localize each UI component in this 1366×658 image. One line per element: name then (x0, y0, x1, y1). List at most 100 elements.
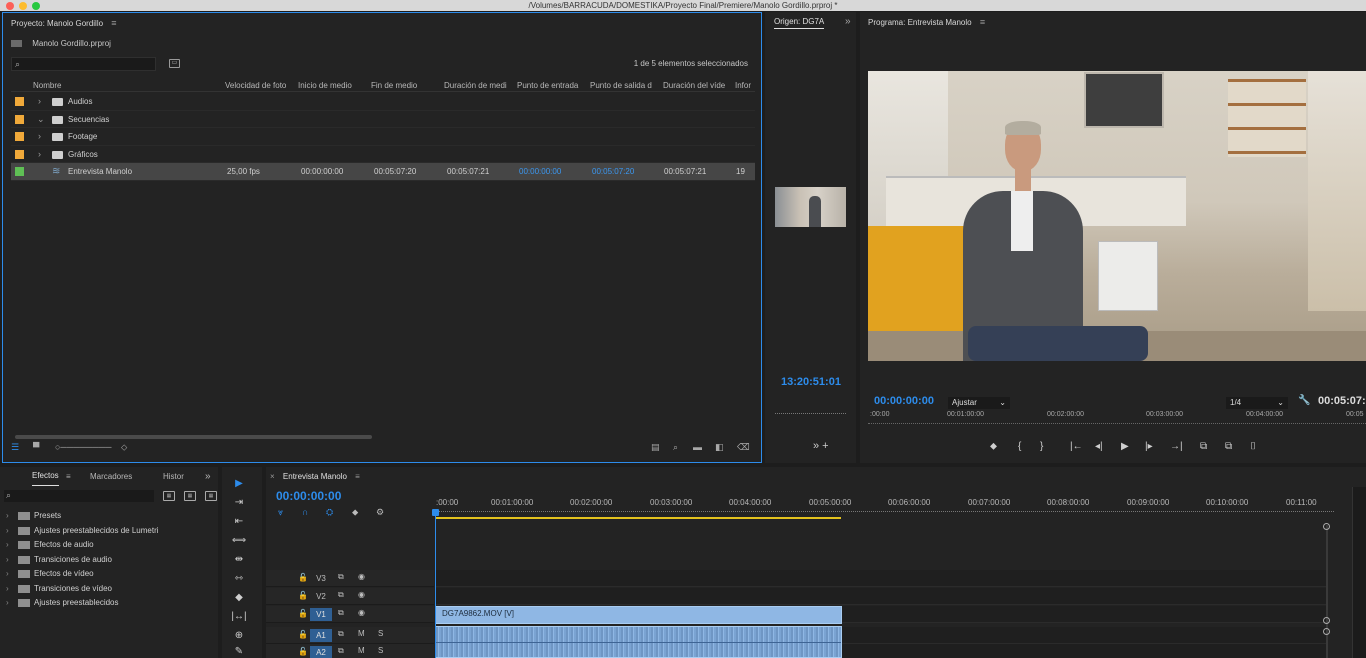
list-item[interactable]: ≋ Entrevista Manolo 25,00 fps 00:00:00:0… (11, 163, 755, 181)
chevron-right-icon[interactable]: › (6, 584, 9, 593)
tab-source[interactable]: Origen: DG7A (774, 17, 825, 29)
zoom-window-button[interactable] (32, 2, 40, 10)
track-select-tool-icon[interactable]: ⇥ (231, 496, 247, 510)
effects-search-input[interactable]: ⌕ (4, 490, 154, 502)
column-header-media-end[interactable]: Fin de medio (371, 81, 441, 90)
new-bin-icon[interactable]: ▬ (693, 442, 702, 452)
sync-lock-icon[interactable]: ⧉ (338, 590, 344, 600)
lock-icon[interactable]: 🔓 (298, 591, 308, 600)
track-target-toggle[interactable]: V1 (310, 608, 332, 621)
panel-menu-icon[interactable]: ≡ (66, 467, 71, 487)
pen-tool-group-icon[interactable]: ⊕ (231, 629, 247, 643)
sync-lock-icon[interactable]: ⧉ (338, 572, 344, 582)
automate-to-sequence-icon[interactable]: ▤ (651, 442, 660, 453)
program-timecode[interactable]: 00:00:00:00 (874, 395, 934, 407)
chevron-right-icon[interactable]: › (38, 131, 41, 141)
column-header-fps[interactable]: Velocidad de foto (225, 81, 295, 90)
list-item[interactable]: ⌄ Secuencias (11, 111, 755, 128)
snap-icon[interactable]: ∩ (302, 507, 308, 517)
lift-icon[interactable]: ⧉ (1200, 441, 1207, 452)
column-header-out-point[interactable]: Punto de salida d (590, 81, 660, 90)
program-time-ruler[interactable]: :00:00 00:01:00:00 00:02:00:00 00:03:00:… (868, 411, 1366, 431)
mark-in-icon[interactable]: { (1018, 441, 1021, 452)
trash-icon[interactable]: ⌫ (737, 442, 750, 453)
scroll-handle-icon[interactable] (1323, 628, 1330, 635)
ripple-edit-tool-icon[interactable]: ⇤ (231, 515, 247, 529)
find-icon[interactable]: ⌕ (673, 442, 678, 453)
rate-stretch-tool-icon[interactable]: ⇹ (231, 553, 247, 567)
lock-icon[interactable]: 🔓 (298, 630, 308, 639)
source-timecode[interactable]: 13:20:51:01 (781, 376, 841, 388)
panel-menu-icon[interactable]: ≡ (355, 472, 360, 481)
project-search-input[interactable]: ⌕ (11, 57, 156, 71)
resolution-select[interactable]: 1/4 ⌄ (1226, 397, 1288, 409)
label-color-swatch[interactable] (15, 167, 24, 176)
eye-icon[interactable]: ◉ (358, 572, 365, 581)
column-header-video-duration[interactable]: Duración del víde (663, 81, 733, 90)
chevron-right-icon[interactable]: › (38, 149, 41, 159)
label-color-swatch[interactable] (15, 149, 24, 159)
program-video-frame[interactable] (868, 71, 1366, 361)
vertical-scrollbar[interactable] (1326, 525, 1328, 658)
extract-icon[interactable]: ⧉ (1225, 441, 1232, 452)
slide-tool-icon[interactable]: |↔| (231, 610, 247, 624)
slip-tool-icon[interactable]: ⇿ (231, 572, 247, 586)
linked-selection-icon[interactable]: ⛭ (326, 507, 333, 518)
pen-tool-icon[interactable]: ✎ (231, 645, 247, 658)
export-frame-icon[interactable]: ⌷ (1250, 441, 1256, 452)
lock-icon[interactable]: 🔓 (298, 647, 308, 656)
add-button-icon[interactable]: » + (813, 440, 829, 452)
panel-overflow-icon[interactable]: » (205, 467, 211, 487)
label-color-swatch[interactable] (15, 114, 24, 124)
lock-icon[interactable]: 🔓 (298, 609, 308, 618)
timeline-time-ruler[interactable]: :00:00 00:01:00:00 00:02:00:00 00:03:00:… (434, 497, 1334, 517)
minimize-window-button[interactable] (19, 2, 27, 10)
32bit-effects-icon[interactable]: ▦ (184, 491, 196, 501)
accelerated-effects-icon[interactable]: ▦ (163, 491, 175, 501)
chevron-right-icon[interactable]: › (6, 598, 9, 607)
chevron-right-icon[interactable]: › (6, 511, 9, 520)
yuv-effects-icon[interactable]: ▦ (205, 491, 217, 501)
tab-effects[interactable]: Efectos (32, 467, 59, 486)
new-item-icon[interactable]: ◧ (715, 442, 724, 453)
program-panel-header[interactable]: Programa: Entrevista Manolo ≡ (860, 12, 1366, 32)
timeline-timecode[interactable]: 00:00:00:00 (276, 489, 341, 503)
label-color-swatch[interactable] (15, 132, 24, 141)
chevron-right-icon[interactable]: › (6, 569, 9, 578)
track-target-toggle[interactable]: V2 (310, 590, 332, 603)
scroll-handle-icon[interactable] (1323, 617, 1330, 624)
selection-tool-icon[interactable]: ▶ (231, 477, 247, 491)
new-bin-from-search-icon[interactable]: ▭ (169, 59, 180, 68)
column-header-name[interactable]: Nombre (33, 81, 223, 90)
tab-sequence[interactable]: × Entrevista Manolo ≡ (270, 472, 360, 481)
add-marker-icon[interactable]: ⬥ (990, 441, 997, 452)
sync-lock-icon[interactable]: ⧉ (338, 646, 344, 656)
sync-lock-icon[interactable]: ⧉ (338, 608, 344, 618)
tab-markers[interactable]: Marcadores (90, 467, 132, 487)
mark-out-icon[interactable]: } (1040, 441, 1043, 452)
add-marker-icon[interactable]: ⬥ (352, 507, 358, 518)
mute-button[interactable]: M (358, 629, 365, 638)
project-panel-header[interactable]: Proyecto: Manolo Gordillo ≡ (3, 13, 761, 33)
audio-clip[interactable] (435, 626, 842, 658)
column-header-media-duration[interactable]: Duración de medi (444, 81, 514, 90)
timeline-settings-icon[interactable]: ⚙ (376, 507, 384, 518)
list-item[interactable]: › Audios (11, 93, 755, 111)
video-clip[interactable]: DG7A9862.MOV [V] (435, 606, 842, 624)
column-header-media-start[interactable]: Inicio de medio (298, 81, 368, 90)
work-area-bar[interactable] (435, 517, 841, 519)
step-back-icon[interactable]: ◂| (1095, 441, 1103, 452)
close-window-button[interactable] (6, 2, 14, 10)
go-to-out-icon[interactable]: →| (1170, 441, 1183, 452)
go-to-in-icon[interactable]: |← (1070, 441, 1083, 452)
label-color-swatch[interactable] (15, 97, 24, 106)
track-target-toggle[interactable]: A1 (310, 629, 332, 642)
step-forward-icon[interactable]: |▸ (1145, 441, 1153, 452)
scroll-handle-icon[interactable] (1323, 523, 1330, 530)
wrench-icon[interactable]: 🔧 (1298, 395, 1310, 406)
lock-icon[interactable]: 🔓 (298, 573, 308, 582)
tab-history[interactable]: Histor (163, 467, 184, 487)
eye-icon[interactable]: ◉ (358, 590, 365, 599)
chevron-right-icon[interactable]: › (6, 526, 9, 535)
chevron-down-icon[interactable]: ⌄ (37, 114, 45, 125)
